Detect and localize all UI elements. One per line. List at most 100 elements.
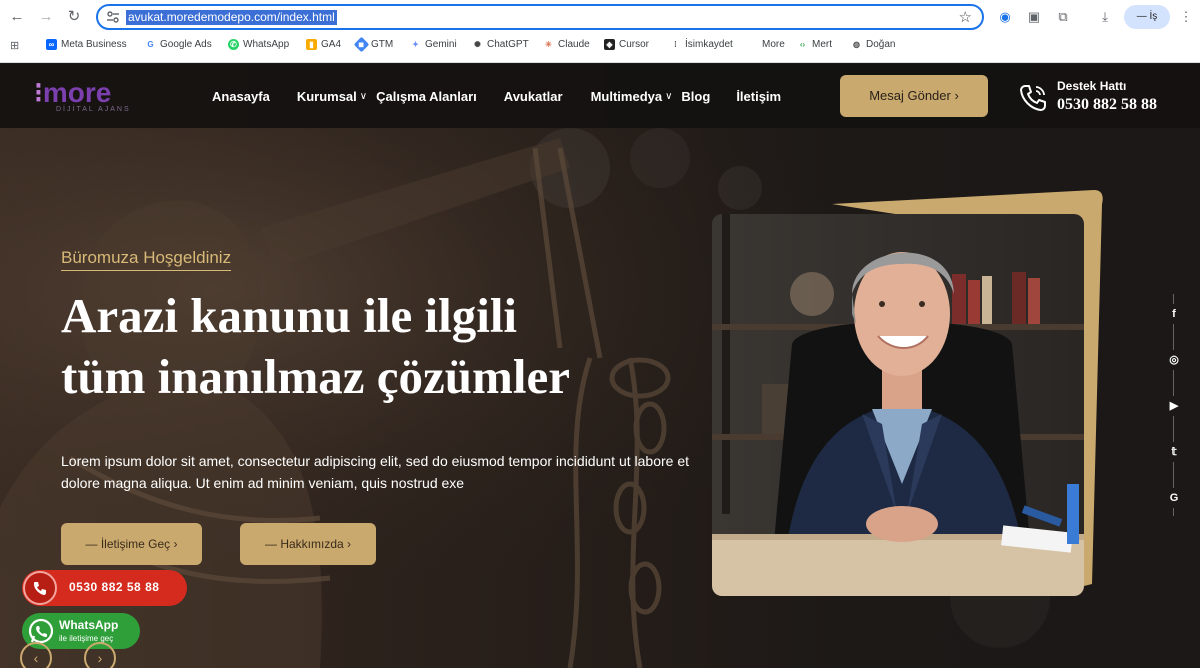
floating-call-button[interactable]: 0530 882 58 88 xyxy=(22,570,187,606)
google-icon: G xyxy=(145,39,156,50)
nav-item-iletisim[interactable]: İletişim xyxy=(736,89,781,104)
cursor-icon: ◈ xyxy=(604,39,615,50)
google-icon[interactable]: G xyxy=(1164,488,1184,508)
hero-title-line-1: Arazi kanunu ile ilgili xyxy=(61,288,518,343)
youtube-icon[interactable]: ▶ xyxy=(1164,396,1184,416)
extension-2-icon[interactable]: ▣ xyxy=(1025,8,1043,26)
bookmark-label: ChatGPT xyxy=(487,39,529,50)
nav-item-multimedya[interactable]: Multimedya xyxy=(591,89,663,104)
meta-icon: ∞ xyxy=(46,39,57,50)
bookmark-whatsapp[interactable]: ✆ WhatsApp xyxy=(228,39,289,50)
bookmark-label: Google Ads xyxy=(160,39,212,50)
bookmark-label: GTM xyxy=(371,39,394,50)
bookmark-dogan[interactable]: ◍ Doğan xyxy=(851,39,895,50)
menu-kebab-icon[interactable]: ⋮ xyxy=(1177,8,1195,26)
nav-item-blog[interactable]: Blog xyxy=(681,89,710,104)
hero-description: Lorem ipsum dolor sit amet, consectetur … xyxy=(61,453,689,491)
chevron-right-icon: › xyxy=(343,537,352,551)
nav-item-anasayfa[interactable]: Anasayfa xyxy=(212,89,270,104)
forward-icon[interactable]: → xyxy=(37,8,55,26)
browser-toolbar: ← → ↻ avukat.moredemodepo.com/index.html… xyxy=(0,0,1200,34)
chevron-right-icon: › xyxy=(170,537,178,551)
floating-phone-number: 0530 882 58 88 xyxy=(69,580,160,594)
bookmark-label: Claude xyxy=(558,39,590,50)
bookmark-mert[interactable]: ‹› Mert xyxy=(797,39,832,50)
support-label: Destek Hattı xyxy=(1057,79,1127,93)
facebook-icon[interactable]: f xyxy=(1164,304,1184,324)
claude-icon: ✳ xyxy=(545,40,552,49)
bookmark-google-ads[interactable]: G Google Ads xyxy=(145,39,212,50)
bookmark-meta-business[interactable]: ∞ Meta Business xyxy=(46,39,127,50)
site-info-icon[interactable] xyxy=(106,10,120,24)
bookmark-label: Doğan xyxy=(866,39,896,50)
hero-title: Arazi kanunu ile ilgili tüm inanılmaz çö… xyxy=(61,285,741,407)
send-message-button[interactable]: Mesaj Gönder › xyxy=(840,75,988,117)
folder-icon xyxy=(747,39,758,50)
whatsapp-icon: ✆ xyxy=(228,39,239,50)
code-icon: ‹› xyxy=(799,40,806,49)
main-nav: Anasayfa Kurumsal ∨ Çalışma Alanları Avu… xyxy=(212,89,781,104)
bookmark-label: GA4 xyxy=(321,39,342,50)
bookmark-label: Meta Business xyxy=(61,39,127,50)
contact-button[interactable]: — İletişime Geç › xyxy=(61,523,202,565)
about-button-label: Hakkımızda xyxy=(280,537,344,551)
whatsapp-title: WhatsApp xyxy=(59,618,119,632)
bookmark-gtm[interactable]: ◆ GTM xyxy=(353,36,394,53)
whatsapp-icon xyxy=(28,618,54,644)
phone-icon xyxy=(23,571,57,605)
browser-chrome: ← → ↻ avukat.moredemodepo.com/index.html… xyxy=(0,0,1200,63)
nav-item-kurumsal[interactable]: Kurumsal xyxy=(297,89,357,104)
bookmark-gemini[interactable]: ✦ Gemini xyxy=(410,39,457,50)
bookmark-label: Gemini xyxy=(425,39,457,50)
logo-text: more xyxy=(42,77,112,108)
twitter-icon[interactable]: 𝕥 xyxy=(1164,442,1184,462)
phone-icon xyxy=(1020,85,1046,111)
bookmarks-bar: ⊞ ∞ Meta Business G Google Ads ✆ WhatsApp ▮… xyxy=(0,36,1200,58)
about-button[interactable]: — Hakkımızda › xyxy=(240,523,376,565)
chevron-right-icon: › xyxy=(954,88,959,103)
bookmark-chatgpt[interactable]: ✺ ChatGPT xyxy=(472,39,529,50)
slider-next-button[interactable]: › xyxy=(84,642,116,668)
extension-icon[interactable]: ◉ xyxy=(996,8,1014,26)
chatgpt-icon: ✺ xyxy=(474,40,481,49)
bookmark-label: İsimkaydet xyxy=(685,39,733,50)
bookmark-cursor[interactable]: ◈ Cursor xyxy=(604,39,649,50)
logo-mark: ⁝more xyxy=(34,77,112,108)
profile-button[interactable]: — İş xyxy=(1124,5,1170,29)
bookmark-label: Cursor xyxy=(619,39,650,50)
url-text[interactable]: avukat.moredemodepo.com/index.html xyxy=(126,10,337,25)
extensions-puzzle-icon[interactable]: ⧉ xyxy=(1054,8,1072,26)
chevron-down-icon[interactable]: ∨ xyxy=(665,91,672,104)
back-icon[interactable]: ← xyxy=(8,8,26,26)
reload-icon[interactable]: ↻ xyxy=(65,8,83,26)
apps-grid-icon[interactable]: ⊞ xyxy=(10,39,19,52)
download-icon[interactable]: ⤓ xyxy=(1096,8,1114,26)
bookmark-claude[interactable]: ✳ Claude xyxy=(543,39,590,50)
hero-subtitle: Büromuza Hoşgeldiniz xyxy=(61,248,232,271)
globe-icon: ◍ xyxy=(853,40,860,49)
nav-item-avukatlar[interactable]: Avukatlar xyxy=(504,89,563,104)
bookmark-label: Mert xyxy=(812,39,832,50)
lawyer-photo xyxy=(712,190,1103,596)
gemini-icon: ✦ xyxy=(412,40,419,49)
bookmark-isimkaydet[interactable]: ⁞ İsimkaydet xyxy=(670,39,733,50)
dash-icon: — xyxy=(264,537,281,551)
whatsapp-subtitle: ile iletişime geç xyxy=(59,634,114,643)
contact-button-label: İletişime Geç xyxy=(100,537,171,551)
chevron-down-icon[interactable]: ∨ xyxy=(360,91,367,104)
website-viewport: ⁝more DİJİTAL AJANS Anasayfa Kurumsal ∨ … xyxy=(0,64,1200,668)
site-header: ⁝more DİJİTAL AJANS Anasayfa Kurumsal ∨ … xyxy=(0,64,1200,128)
bookmark-ga4[interactable]: ▮ GA4 xyxy=(306,39,341,50)
bookmark-label: More xyxy=(762,39,785,50)
nav-item-calisma-alanlari[interactable]: Çalışma Alanları xyxy=(376,89,477,104)
bookmark-star-icon[interactable]: ☆ xyxy=(959,8,972,26)
bookmark-label: WhatsApp xyxy=(243,39,290,50)
isimkaydet-icon: ⁞ xyxy=(674,40,677,49)
address-bar[interactable]: avukat.moredemodepo.com/index.html ☆ xyxy=(96,4,984,30)
slider-prev-button[interactable]: ‹ xyxy=(20,642,52,668)
site-logo[interactable]: ⁝more DİJİTAL AJANS xyxy=(34,76,131,113)
support-phone[interactable]: 0530 882 58 88 xyxy=(1057,96,1157,114)
bookmark-more[interactable]: More xyxy=(747,39,785,50)
instagram-icon[interactable]: ◎ xyxy=(1164,350,1184,370)
send-message-label: Mesaj Gönder xyxy=(869,88,951,103)
